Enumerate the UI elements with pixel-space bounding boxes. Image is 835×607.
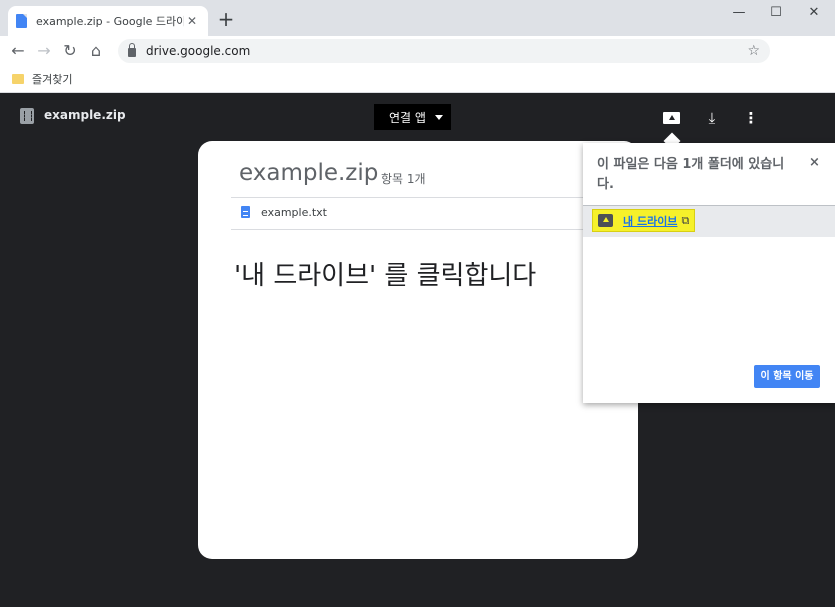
popup-message: 이 파일은 다음 1개 폴더에 있습니다. bbox=[597, 157, 785, 192]
file-location-popup: 이 파일은 다음 1개 폴더에 있습니다. × 내 드라이브 ⧉ 이 항목 이동 bbox=[583, 143, 835, 403]
zip-preview-card: example.zip 항목 1개 example.txt '내 드라이브' 를… bbox=[198, 141, 638, 559]
url-text[interactable]: drive.google.com bbox=[146, 44, 747, 58]
tab-title: example.zip - Google 드라이브 bbox=[36, 15, 184, 28]
popup-close-icon[interactable]: × bbox=[809, 155, 820, 170]
bookmark-star-icon[interactable]: ☆ bbox=[747, 43, 760, 59]
forward-icon[interactable]: → bbox=[31, 38, 57, 64]
drive-folder-icon bbox=[663, 112, 680, 124]
divider bbox=[231, 229, 583, 230]
reload-icon[interactable]: ↻ bbox=[57, 38, 83, 64]
download-icon[interactable]: ⤓ bbox=[702, 109, 722, 127]
browser-toolbar: ← → ↻ ⌂ drive.google.com ☆ bbox=[0, 36, 835, 66]
zip-file-icon bbox=[20, 108, 34, 124]
open-with-button[interactable]: 연결 앱 bbox=[374, 104, 451, 130]
lock-icon bbox=[128, 43, 136, 57]
zip-entry-file[interactable]: example.txt bbox=[261, 206, 327, 219]
show-file-location-icon[interactable] bbox=[662, 109, 682, 127]
bookmarks-bar: 즐겨찾기 bbox=[0, 66, 835, 93]
zip-title: example.zip bbox=[239, 160, 379, 186]
open-with-label: 연결 앱 bbox=[389, 110, 426, 125]
my-drive-link[interactable]: 내 드라이브 ⧉ bbox=[592, 209, 696, 232]
text-document-icon bbox=[241, 206, 250, 218]
drive-file-favicon-icon bbox=[16, 14, 27, 28]
browser-tab[interactable]: example.zip - Google 드라이브 ✕ bbox=[8, 6, 208, 36]
preview-filename: example.zip bbox=[44, 108, 126, 122]
my-drive-icon bbox=[598, 214, 613, 227]
address-bar[interactable]: drive.google.com ☆ bbox=[118, 39, 770, 63]
instruction-overlay-text: '내 드라이브' 를 클릭합니다 bbox=[234, 261, 537, 291]
dropdown-caret-icon bbox=[434, 114, 443, 120]
bookmarks-folder[interactable]: 즐겨찾기 bbox=[32, 71, 72, 87]
window-close-button[interactable]: ✕ bbox=[794, 2, 834, 24]
item-count: 항목 1개 bbox=[381, 172, 426, 186]
new-tab-button[interactable]: + bbox=[216, 9, 236, 29]
more-actions-icon[interactable]: ⋮ bbox=[741, 109, 761, 127]
tab-strip: example.zip - Google 드라이브 ✕ + — ☐ ✕ bbox=[0, 0, 835, 36]
move-item-button[interactable]: 이 항목 이동 bbox=[754, 365, 820, 388]
location-row: 내 드라이브 ⧉ bbox=[583, 206, 835, 237]
back-icon[interactable]: ← bbox=[5, 38, 31, 64]
divider bbox=[231, 197, 583, 198]
my-drive-label[interactable]: 내 드라이브 bbox=[623, 213, 677, 229]
tab-close-icon[interactable]: ✕ bbox=[184, 14, 200, 28]
open-external-icon: ⧉ bbox=[681, 213, 690, 227]
maximize-button[interactable]: ☐ bbox=[756, 2, 796, 24]
minimize-button[interactable]: — bbox=[719, 2, 759, 24]
home-icon[interactable]: ⌂ bbox=[83, 38, 109, 64]
folder-icon bbox=[12, 74, 24, 84]
